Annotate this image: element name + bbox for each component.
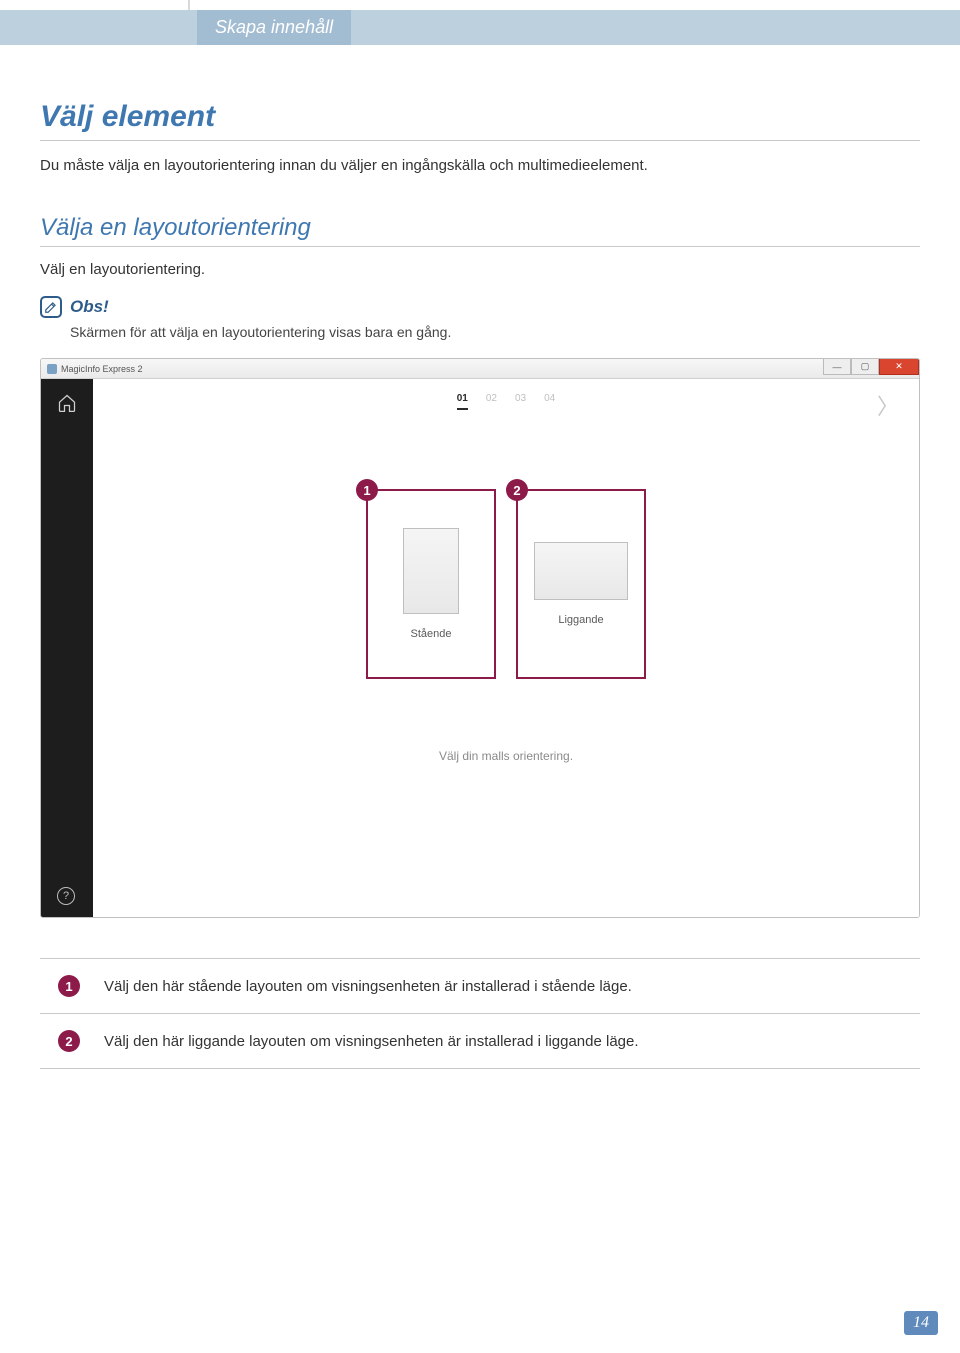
- portrait-label: Stående: [411, 628, 452, 640]
- portrait-thumbnail: [403, 528, 459, 614]
- legend-text-1: Välj den här stående layouten om visning…: [104, 978, 632, 995]
- page-banner: Skapa innehåll: [0, 10, 960, 45]
- landscape-thumbnail: [534, 542, 628, 600]
- legend-row-2: 2 Välj den här liggande layouten om visn…: [40, 1014, 920, 1069]
- legend-badge-2: 2: [58, 1030, 80, 1052]
- legend-badge-1: 1: [58, 975, 80, 997]
- app-window-icon: [47, 364, 57, 374]
- next-arrow-icon[interactable]: 〉: [877, 389, 899, 421]
- app-titlebar: MagicInfo Express 2 — ▢ ✕: [41, 359, 919, 379]
- legend-row-1: 1 Välj den här stående layouten om visni…: [40, 958, 920, 1014]
- app-sidebar: ?: [41, 379, 93, 917]
- banner-title: Skapa innehåll: [197, 10, 351, 45]
- help-icon[interactable]: ?: [57, 887, 75, 905]
- app-title: MagicInfo Express 2: [61, 364, 143, 374]
- landscape-option[interactable]: 2 Liggande: [516, 489, 646, 679]
- steps-nav: 01 02 03 04: [93, 393, 919, 410]
- note-text: Skärmen för att välja en layoutorienteri…: [70, 324, 920, 340]
- note-row: Obs!: [40, 296, 920, 318]
- subsection-heading: Välja en layoutorientering: [40, 214, 920, 247]
- note-icon: [40, 296, 62, 318]
- orientation-options: 1 Stående 2 Liggande: [93, 489, 919, 679]
- step-01[interactable]: 01: [457, 393, 468, 410]
- legend-text-2: Välj den här liggande layouten om visnin…: [104, 1033, 639, 1050]
- page-content: Välj element Du måste välja en layoutori…: [40, 100, 920, 1069]
- section-heading: Välj element: [40, 100, 920, 141]
- portrait-option[interactable]: 1 Stående: [366, 489, 496, 679]
- landscape-label: Liggande: [558, 614, 603, 626]
- app-screenshot: MagicInfo Express 2 — ▢ ✕ ? 01 02 03 04: [40, 358, 920, 918]
- subsection-intro: Välj en layoutorientering.: [40, 261, 920, 278]
- app-main: 01 02 03 04 〉 1 Stående 2 Liggande: [93, 379, 919, 917]
- step-04[interactable]: 04: [544, 393, 555, 410]
- step-02[interactable]: 02: [486, 393, 497, 410]
- minimize-button[interactable]: —: [823, 359, 851, 375]
- page-number: 14: [904, 1311, 938, 1335]
- section-intro: Du måste välja en layoutorientering inna…: [40, 157, 920, 174]
- callout-2: 2: [506, 479, 528, 501]
- window-buttons: — ▢ ✕: [823, 359, 919, 379]
- step-03[interactable]: 03: [515, 393, 526, 410]
- note-label: Obs!: [70, 297, 109, 317]
- app-body: ? 01 02 03 04 〉 1 Stående 2: [41, 379, 919, 917]
- callout-1: 1: [356, 479, 378, 501]
- close-button[interactable]: ✕: [879, 359, 919, 375]
- orientation-hint: Välj din malls orientering.: [93, 749, 919, 763]
- home-icon[interactable]: [57, 393, 77, 418]
- maximize-button[interactable]: ▢: [851, 359, 879, 375]
